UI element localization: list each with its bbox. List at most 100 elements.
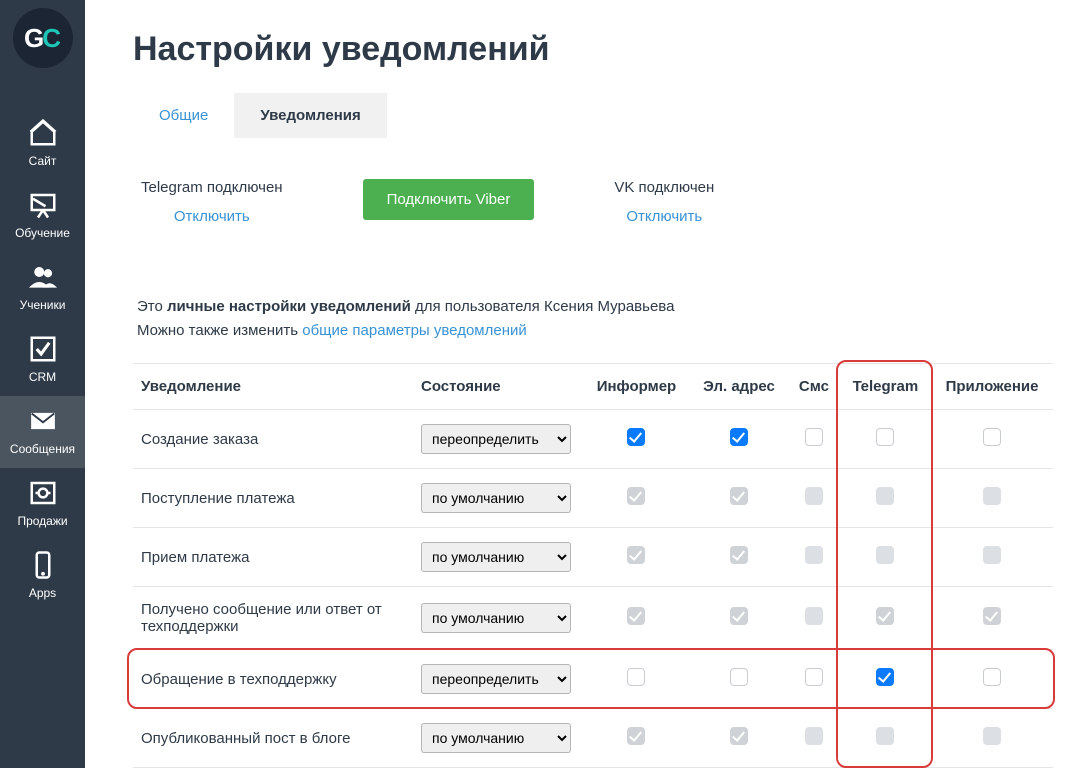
checkbox [983,727,1001,745]
row-state-cell: переопределитьпо умолчанию [413,410,583,469]
vk-block: VK подключен Отключить [614,179,714,225]
cb-cell [583,587,690,650]
cb-cell [788,709,840,768]
row-state-cell: переопределитьпо умолчанию [413,528,583,587]
cb-cell [690,650,788,709]
state-select[interactable]: переопределитьпо умолчанию [421,424,571,454]
sidebar-item-продажи[interactable]: Продажи [0,468,85,540]
checkbox[interactable] [627,668,645,686]
sidebar-item-сайт[interactable]: Сайт [0,108,85,180]
row-state-cell: переопределитьпо умолчанию [413,709,583,768]
checkbox [805,546,823,564]
state-select[interactable]: переопределитьпо умолчанию [421,483,571,513]
sidebar-item-label: CRM [29,370,56,384]
checkbox[interactable] [730,668,748,686]
state-select[interactable]: переопределитьпо умолчанию [421,603,571,633]
checkbox [876,727,894,745]
col-header-0: Уведомление [133,364,413,410]
cb-cell [840,587,931,650]
table-row: Обращение в техподдержку переопределитьпо… [133,650,1053,709]
row-name: Получено сообщение или ответ от техподде… [133,587,413,650]
connect-viber-button[interactable]: Подключить Viber [363,179,535,220]
checkbox [730,727,748,745]
checkbox [876,607,894,625]
cb-cell [583,410,690,469]
row-name: Обращение в техподдержку [133,650,413,709]
table-row: Создание заказапереопределитьпо умолчани… [133,410,1053,469]
sidebar-item-обучение[interactable]: Обучение [0,180,85,252]
table-wrap: УведомлениеСостояниеИнформерЭл. адресСмс… [133,363,1066,768]
row-name: Прием платежа [133,528,413,587]
logo[interactable]: GC [13,8,73,68]
cb-cell [583,469,690,528]
description-block: Это личные настройки уведомлений для пол… [133,295,1066,343]
table-row: Опубликованный пост в блогепереопределит… [133,709,1053,768]
cb-cell [690,528,788,587]
checkbox[interactable] [876,428,894,446]
checkbox[interactable] [983,668,1001,686]
checkbox [627,607,645,625]
state-select[interactable]: переопределитьпо умолчанию [421,542,571,572]
home-icon [26,118,60,148]
checkbox [805,487,823,505]
sidebar-item-ученики[interactable]: Ученики [0,252,85,324]
checkbox[interactable] [627,428,645,446]
checkbox [805,607,823,625]
row-name: Поступление платежа [133,469,413,528]
sidebar-item-label: Продажи [17,514,67,528]
logo-letter-c: C [42,23,61,54]
page-title: Настройки уведомлений [133,30,1066,69]
cb-cell [931,469,1053,528]
safe-icon [26,478,60,508]
sidebar-item-crm[interactable]: CRM [0,324,85,396]
cb-cell [931,528,1053,587]
cb-cell [788,469,840,528]
sidebar-item-label: Обучение [15,226,70,240]
telegram-disconnect-link[interactable]: Отключить [141,208,283,225]
desc-bold: личные настройки уведомлений [167,298,411,315]
phone-icon [26,550,60,580]
global-settings-link[interactable]: общие параметры уведомлений [302,322,527,339]
sidebar-item-apps[interactable]: Apps [0,540,85,612]
checkbox [627,546,645,564]
sidebar-item-label: Сайт [29,154,57,168]
checkbox[interactable] [805,428,823,446]
tab-1[interactable]: Уведомления [234,93,386,138]
sidebar-item-сообщения[interactable]: Сообщения [0,396,85,468]
sidebar-item-label: Сообщения [10,442,75,456]
checkbox[interactable] [805,668,823,686]
cb-cell [690,469,788,528]
table-row: Получено сообщение или ответ от техподде… [133,587,1053,650]
viber-block: Подключить Viber [363,179,535,225]
cb-cell [931,410,1053,469]
checkbox[interactable] [730,428,748,446]
checkbox [983,487,1001,505]
board-icon [26,190,60,220]
cb-cell [840,469,931,528]
connect-row: Telegram подключен Отключить Подключить … [133,179,1066,225]
cb-cell [583,650,690,709]
tabs: ОбщиеУведомления [133,93,1066,139]
tab-0[interactable]: Общие [133,93,234,138]
cb-cell [788,410,840,469]
col-header-5: Telegram [840,364,931,410]
checkbox [730,487,748,505]
main-content: Настройки уведомлений ОбщиеУведомления T… [85,0,1066,768]
checkbox[interactable] [983,428,1001,446]
mail-icon [26,406,60,436]
sidebar-item-label: Ученики [20,298,66,312]
cb-cell [690,410,788,469]
cb-cell [840,528,931,587]
cb-cell [840,709,931,768]
logo-letter-g: G [24,23,44,54]
users-icon [26,262,60,292]
row-state-cell: переопределитьпо умолчанию [413,587,583,650]
cb-cell [788,587,840,650]
state-select[interactable]: переопределитьпо умолчанию [421,664,571,694]
row-state-cell: переопределитьпо умолчанию [413,650,583,709]
col-header-6: Приложение [931,364,1053,410]
vk-disconnect-link[interactable]: Отключить [614,208,714,225]
checkbox[interactable] [876,668,894,686]
telegram-block: Telegram подключен Отключить [141,179,283,225]
cb-cell [583,528,690,587]
